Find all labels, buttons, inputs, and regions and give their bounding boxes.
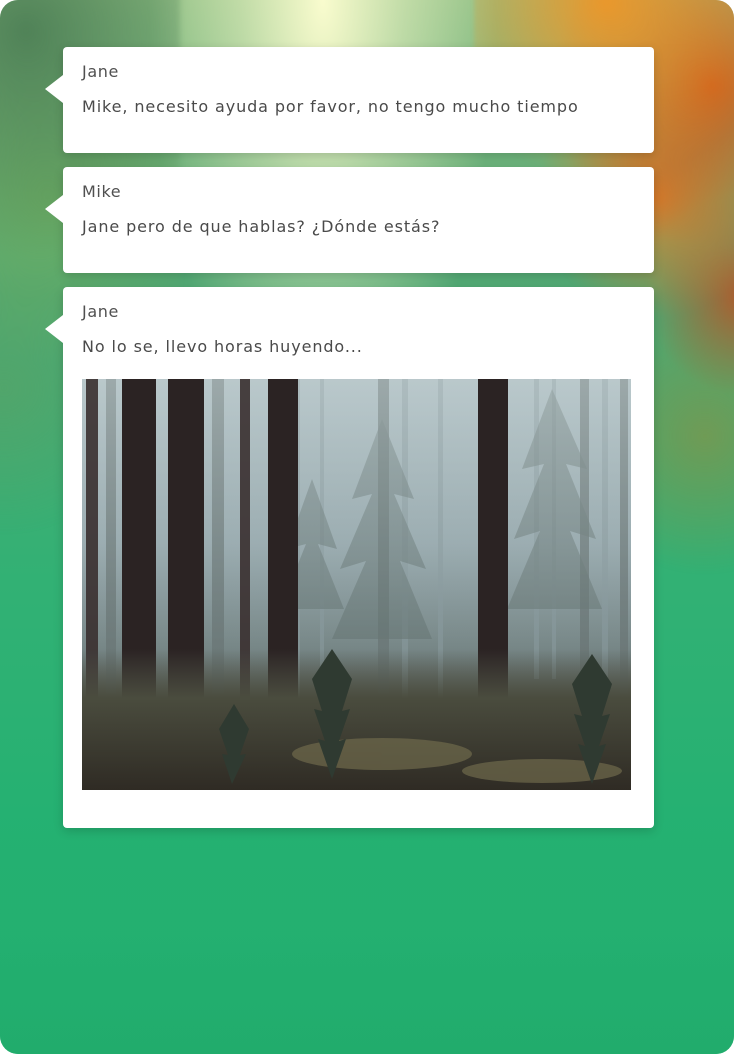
message-text: No lo se, llevo horas huyendo... xyxy=(82,337,363,356)
sender-name: Mike xyxy=(82,182,122,201)
message-bubble: Jane No lo se, llevo horas huyendo... xyxy=(45,287,654,828)
chat-screen: Jane Mike, necesito ayuda por favor, no … xyxy=(0,0,734,1054)
message-bubble: Mike Jane pero de que hablas? ¿Dónde est… xyxy=(45,167,654,273)
message-text: Jane pero de que hablas? ¿Dónde estás? xyxy=(82,217,441,236)
forest-photo[interactable] xyxy=(82,379,631,790)
message-text: Mike, necesito ayuda por favor, no tengo… xyxy=(82,97,579,116)
message-list: Jane Mike, necesito ayuda por favor, no … xyxy=(45,47,654,842)
sender-name: Jane xyxy=(82,62,119,81)
message-bubble: Jane Mike, necesito ayuda por favor, no … xyxy=(45,47,654,153)
forest-illustration xyxy=(82,379,631,790)
sender-name: Jane xyxy=(82,302,119,321)
